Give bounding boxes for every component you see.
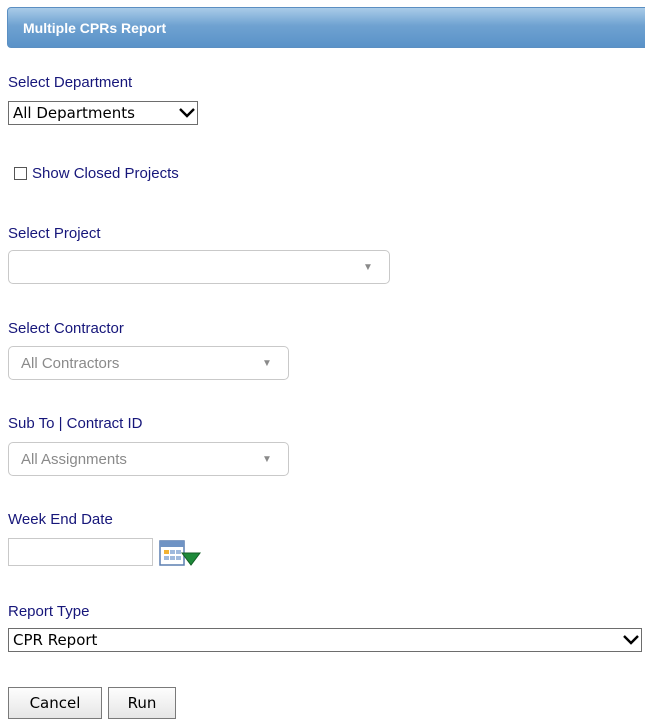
project-label: Select Project [8,225,101,242]
caret-down-icon[interactable]: ▼ [258,358,276,369]
show-closed-projects-label[interactable]: Show Closed Projects [32,165,179,182]
project-combobox[interactable]: ▼ [8,250,390,284]
caret-down-icon[interactable]: ▼ [359,262,377,273]
week-end-date-label: Week End Date [8,511,113,528]
report-type-select[interactable]: CPR Report [8,628,642,652]
chevron-down-icon [177,102,197,124]
chevron-down-icon [621,629,641,651]
report-type-selected-value: CPR Report [13,631,98,649]
contractor-selected-value: All Contractors [21,354,120,372]
sub-to-label: Sub To | Contract ID [8,415,143,432]
calendar-icon[interactable] [158,538,202,568]
show-closed-projects-row[interactable]: Show Closed Projects [14,165,179,182]
caret-down-icon[interactable]: ▼ [258,454,276,465]
run-button[interactable]: Run [108,687,176,719]
department-label: Select Department [8,74,133,91]
week-end-date-input[interactable] [8,538,153,566]
department-select[interactable]: All Departments [8,101,198,125]
sub-to-selected-value: All Assignments [21,450,127,468]
report-header-bar: Multiple CPRs Report [7,7,645,48]
contractor-combobox[interactable]: All Contractors ▼ [8,346,289,380]
department-selected-value: All Departments [13,104,135,122]
report-type-label: Report Type [8,603,90,620]
sub-to-combobox[interactable]: All Assignments ▼ [8,442,289,476]
contractor-label: Select Contractor [8,320,124,337]
show-closed-projects-checkbox[interactable] [14,167,27,180]
cancel-button[interactable]: Cancel [8,687,102,719]
page-title: Multiple CPRs Report [23,20,167,36]
